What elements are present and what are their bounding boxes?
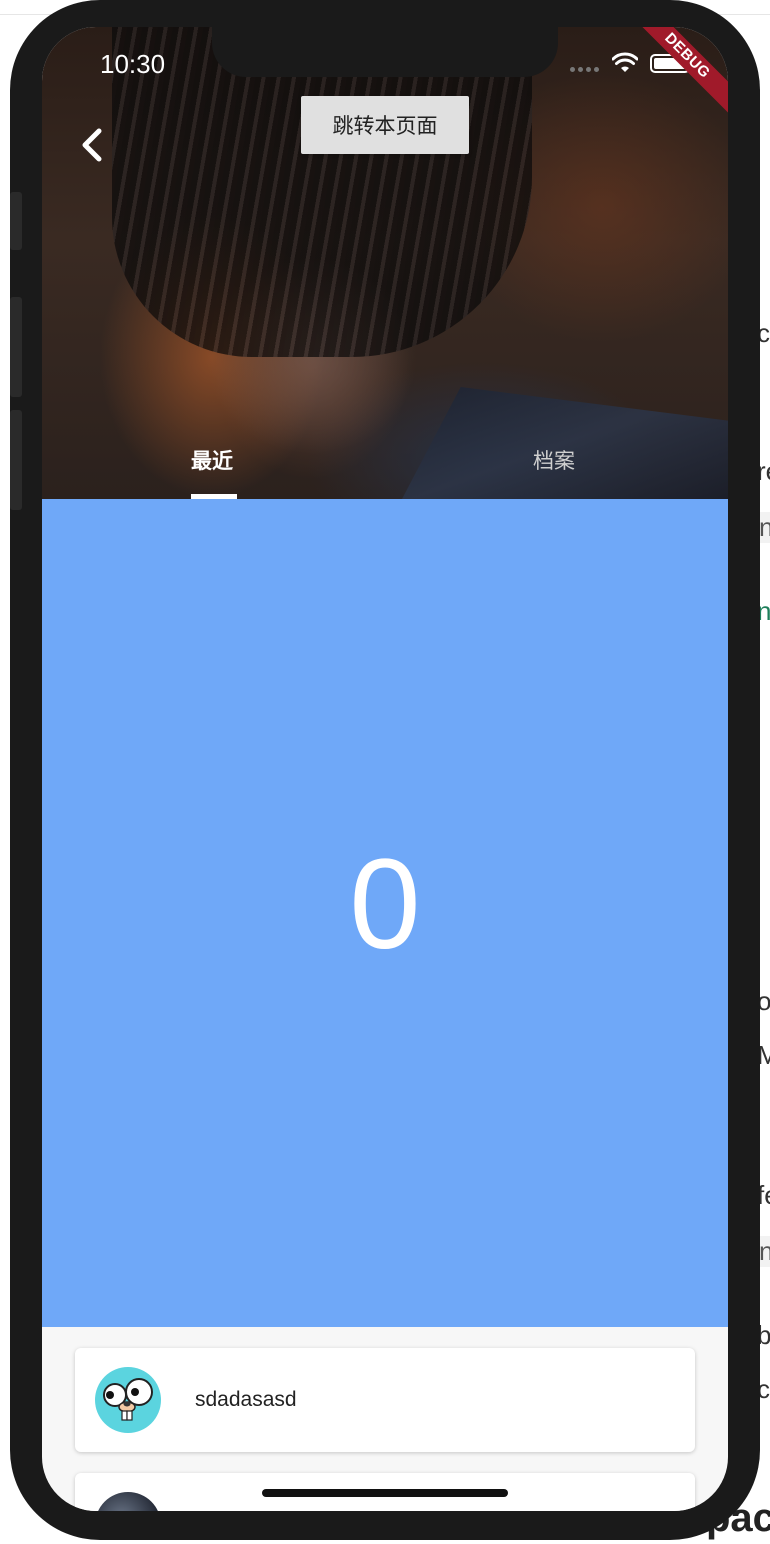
counter-value: 0 (349, 833, 421, 976)
debug-banner: DEBUG (628, 27, 728, 127)
status-time: 10:30 (100, 49, 166, 79)
device-notch (212, 27, 558, 77)
list-item[interactable]: sdadasasd (75, 1348, 695, 1452)
volume-down-button (10, 410, 22, 510)
counter-panel: 0 (42, 499, 728, 1327)
app-screen: 10:30 DEBUG 跳转本页面 最近 档案 0 sdadasasd (42, 27, 728, 1511)
gopher-avatar-icon (95, 1367, 161, 1433)
chevron-left-icon (82, 128, 102, 162)
jump-to-page-button[interactable]: 跳转本页面 (301, 96, 469, 154)
photo-avatar-icon (95, 1492, 161, 1511)
mute-switch (10, 192, 22, 250)
volume-up-button (10, 297, 22, 397)
cellular-signal-icon (570, 67, 599, 72)
tab-recent[interactable]: 最近 (191, 445, 233, 475)
home-indicator (262, 1489, 508, 1497)
tab-profile[interactable]: 档案 (533, 445, 575, 475)
list-item-title: sdadasasd (195, 1388, 297, 1411)
back-button[interactable] (70, 123, 114, 167)
debug-label: DEBUG (628, 27, 728, 117)
